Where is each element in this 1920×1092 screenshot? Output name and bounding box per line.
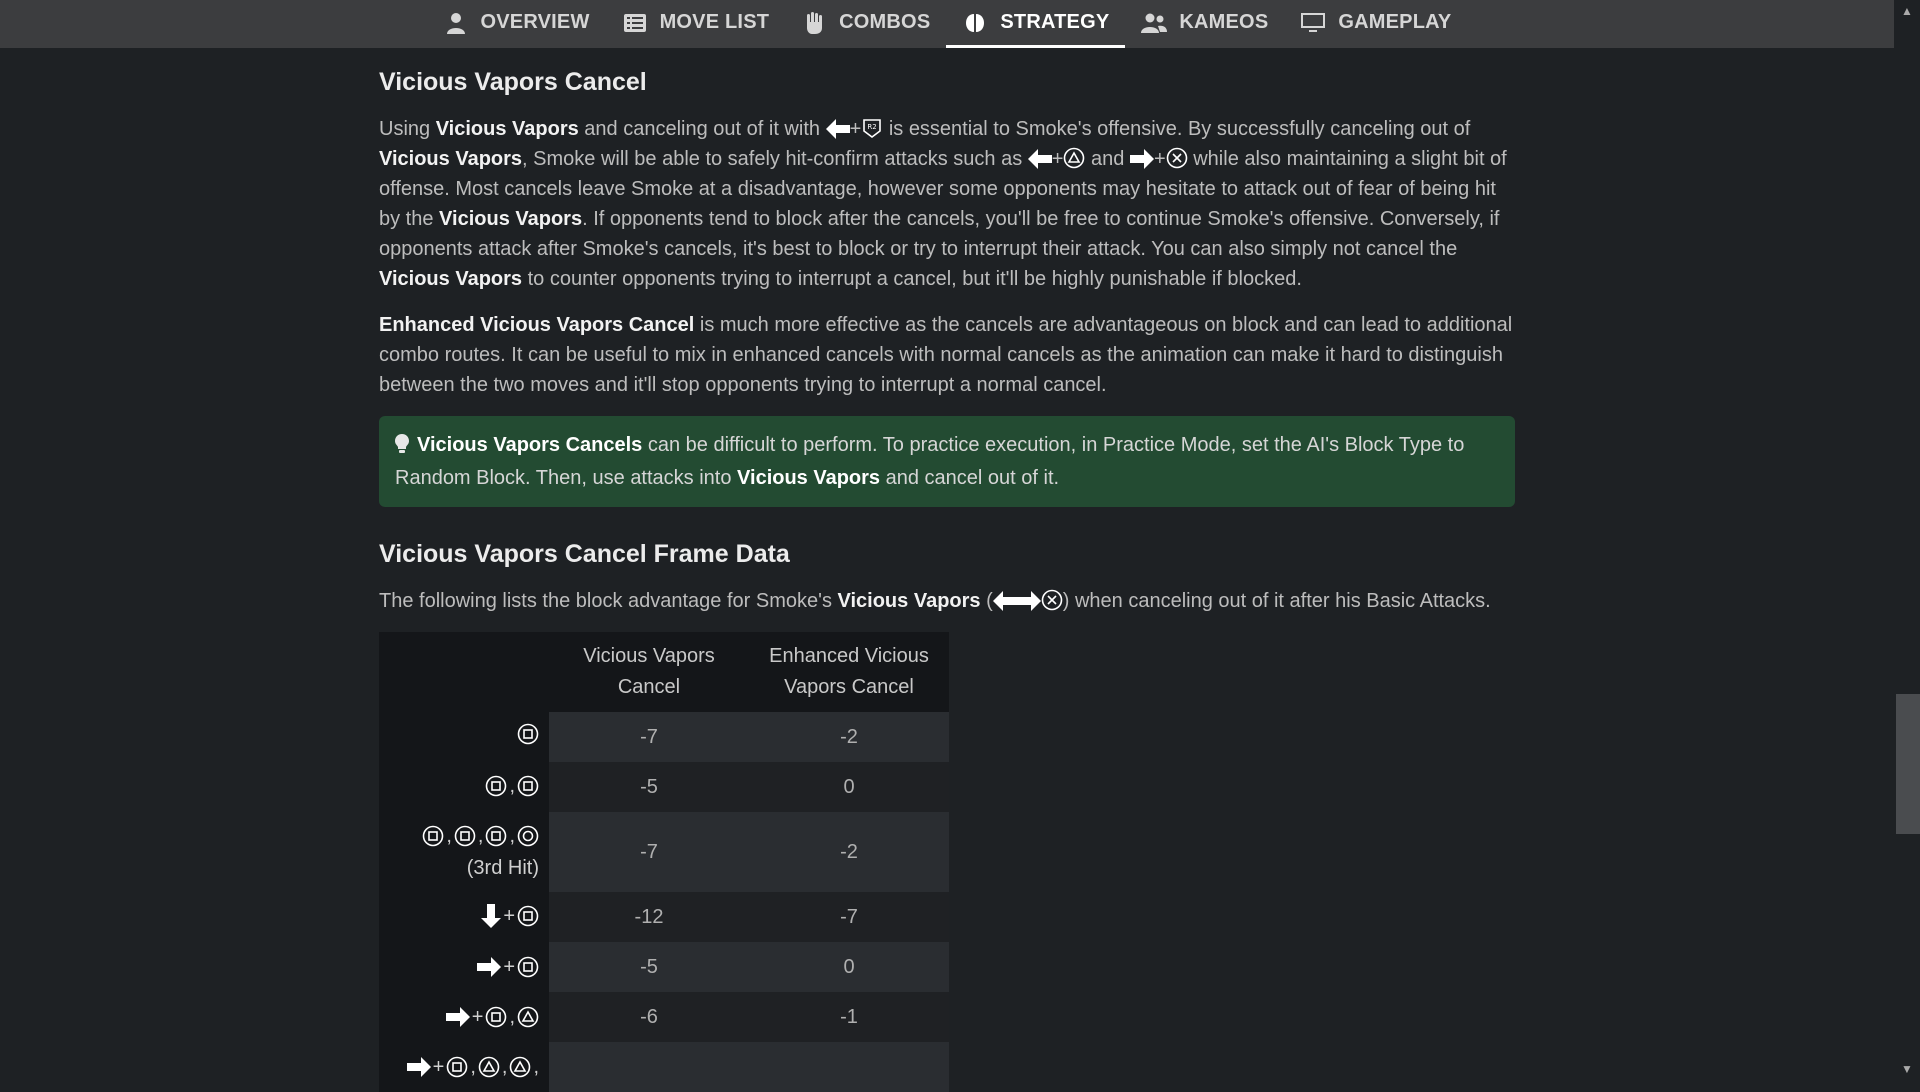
square-button-icon [485,825,507,847]
enhanced-value: -2 [749,712,949,762]
row-input [379,712,549,762]
table-row: + -12 -7 [379,892,949,942]
table-row: -7 -2 [379,712,949,762]
back-arrow-icon [825,119,850,139]
header-cancel: Vicious Vapors Cancel [549,632,749,712]
tab-kameos[interactable]: KAMEOS [1125,0,1284,48]
svg-text:R2: R2 [868,123,877,131]
circle-button-icon [517,825,539,847]
cross-button-icon [1041,589,1063,611]
brain-icon [962,12,988,34]
enhanced-value: 0 [749,942,949,992]
forward-arrow-icon [1129,149,1154,169]
cross-button-icon [1166,147,1188,169]
square-button-icon [517,905,539,927]
tab-label: OVERVIEW [480,11,590,33]
enhanced-value: 0 [749,762,949,812]
scroll-down-icon[interactable]: ▼ [1894,1060,1920,1078]
table-row: + -5 0 [379,942,949,992]
cancel-value: -7 [549,812,749,892]
row-input: + [379,942,549,992]
list-icon [622,12,648,34]
table-header-row: Vicious Vapors Cancel Enhanced Vicious V… [379,632,949,712]
table-row: +,,, [379,1042,949,1092]
monitor-icon [1300,12,1326,34]
cancel-value: -5 [549,762,749,812]
tab-combos[interactable]: COMBOS [785,0,946,48]
frame-data-intro: The following lists the block advantage … [379,589,1491,612]
row-input: +, [379,992,549,1042]
scroll-thumb[interactable] [1896,694,1920,834]
frame-data-table: Vicious Vapors Cancel Enhanced Vicious V… [379,632,949,1092]
forward-arrow-icon [477,956,502,977]
square-button-icon [485,775,507,797]
triangle-button-icon [1063,147,1085,169]
enhanced-value: -7 [749,892,949,942]
lightbulb-icon [395,433,409,463]
tip-box: Vicious Vapors Cancels can be difficult … [379,416,1515,507]
tab-move-list[interactable]: MOVE LIST [606,0,786,48]
tab-label: COMBOS [839,11,931,33]
cancel-value [549,1042,749,1092]
tab-overview[interactable]: OVERVIEW [427,0,606,48]
tab-strategy[interactable]: STRATEGY [946,0,1126,48]
cancel-paragraph: Using Vicious Vapors and canceling out o… [379,117,1507,290]
forward-arrow-icon [406,1056,431,1077]
triangle-button-icon [509,1056,531,1078]
cancel-value: -7 [549,712,749,762]
r2-button-icon: R2 [861,117,883,139]
scroll-up-icon[interactable]: ▲ [1894,2,1920,20]
tab-label: STRATEGY [1000,11,1110,33]
cancel-value: -6 [549,992,749,1042]
row-input: , [379,762,549,812]
square-button-icon [517,775,539,797]
tab-gameplay[interactable]: GAMEPLAY [1284,0,1467,48]
square-button-icon [485,1006,507,1028]
triangle-button-icon [517,1006,539,1028]
header-enhanced: Enhanced Vicious Vapors Cancel [749,632,949,712]
table-row: ,,, (3rd Hit) -7 -2 [379,812,949,892]
tab-label: KAMEOS [1179,11,1269,33]
square-button-icon [517,723,539,745]
enhanced-value: -1 [749,992,949,1042]
row-input: +,,, [379,1042,549,1092]
fist-icon [801,11,827,34]
page-scrollbar[interactable]: ▲ ▼ [1894,0,1920,1080]
tab-label: MOVE LIST [659,11,770,33]
triangle-button-icon [478,1056,500,1078]
hit-note: (3rd Hit) [466,857,539,879]
tab-label: GAMEPLAY [1338,11,1452,33]
enhanced-paragraph: Enhanced Vicious Vapors Cancel is much m… [379,314,1513,396]
table-row: , -5 0 [379,762,949,812]
forward-arrow-icon [445,1006,470,1027]
section-title-frame-data: Vicious Vapors Cancel Frame Data [379,540,790,568]
square-button-icon [446,1056,468,1078]
enhanced-value: -2 [749,812,949,892]
back-arrow-icon [1027,149,1052,169]
row-input: ,,, (3rd Hit) [379,812,549,892]
users-icon [1141,12,1168,34]
top-nav: OVERVIEW MOVE LIST COMBOS STRATEGY KAMEO… [0,0,1894,48]
down-arrow-icon [481,903,502,928]
square-button-icon [422,825,444,847]
square-button-icon [454,825,476,847]
square-button-icon [517,956,539,978]
header-blank [379,632,549,712]
cancel-value: -5 [549,942,749,992]
row-input: + [379,892,549,942]
forward-arrow-icon [1016,591,1041,611]
cancel-value: -12 [549,892,749,942]
back-arrow-icon [992,591,1017,611]
section-title-cancel: Vicious Vapors Cancel [379,68,647,96]
person-icon [443,12,469,34]
enhanced-value [749,1042,949,1092]
table-row: +, -6 -1 [379,992,949,1042]
